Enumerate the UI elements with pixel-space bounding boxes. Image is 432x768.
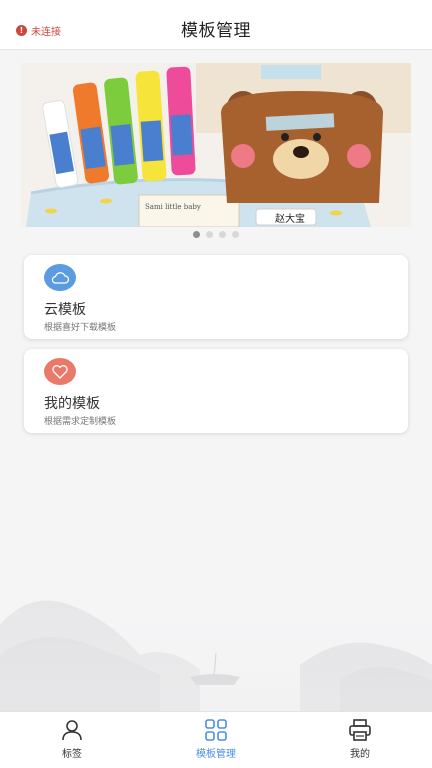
carousel-dot[interactable] (206, 231, 213, 238)
tab-mine[interactable]: 我的 (288, 712, 432, 768)
banner-image: Sami little baby 赵大宝 (21, 63, 411, 227)
carousel-dot[interactable] (219, 231, 226, 238)
person-icon (62, 720, 82, 741)
tab-label: 模板管理 (196, 749, 236, 760)
card-title: 我的模板 (44, 396, 100, 412)
bottom-tab-bar: 标签 模板管理 我的 (0, 711, 432, 768)
heart-icon (44, 358, 76, 385)
carousel-indicators (0, 231, 432, 238)
tab-label: 我的 (350, 749, 370, 760)
header: ! 未连接 模板管理 (0, 0, 432, 50)
banner-carousel[interactable]: Sami little baby 赵大宝 (21, 63, 411, 227)
svg-text:赵大宝: 赵大宝 (275, 212, 305, 225)
page-title: 模板管理 (181, 21, 251, 41)
svg-text:Sami little baby: Sami little baby (145, 203, 201, 211)
landscape-background (0, 585, 432, 711)
carousel-dot[interactable] (232, 231, 239, 238)
tab-labels[interactable]: 标签 (0, 712, 144, 768)
card-subtitle: 根据喜好下载模板 (44, 323, 117, 333)
card-title: 云模板 (44, 302, 86, 318)
cloud-icon (44, 264, 76, 291)
carousel-dot[interactable] (193, 231, 200, 238)
cloud-template-card[interactable]: 云模板 根据喜好下载模板 (24, 255, 408, 339)
my-template-card[interactable]: 我的模板 根据需求定制模板 (24, 349, 408, 433)
tab-template-manage[interactable]: 模板管理 (144, 712, 288, 768)
card-subtitle: 根据需求定制模板 (44, 417, 117, 427)
printer-icon (349, 719, 371, 741)
tab-label: 标签 (62, 749, 82, 760)
grid-icon (205, 719, 227, 741)
